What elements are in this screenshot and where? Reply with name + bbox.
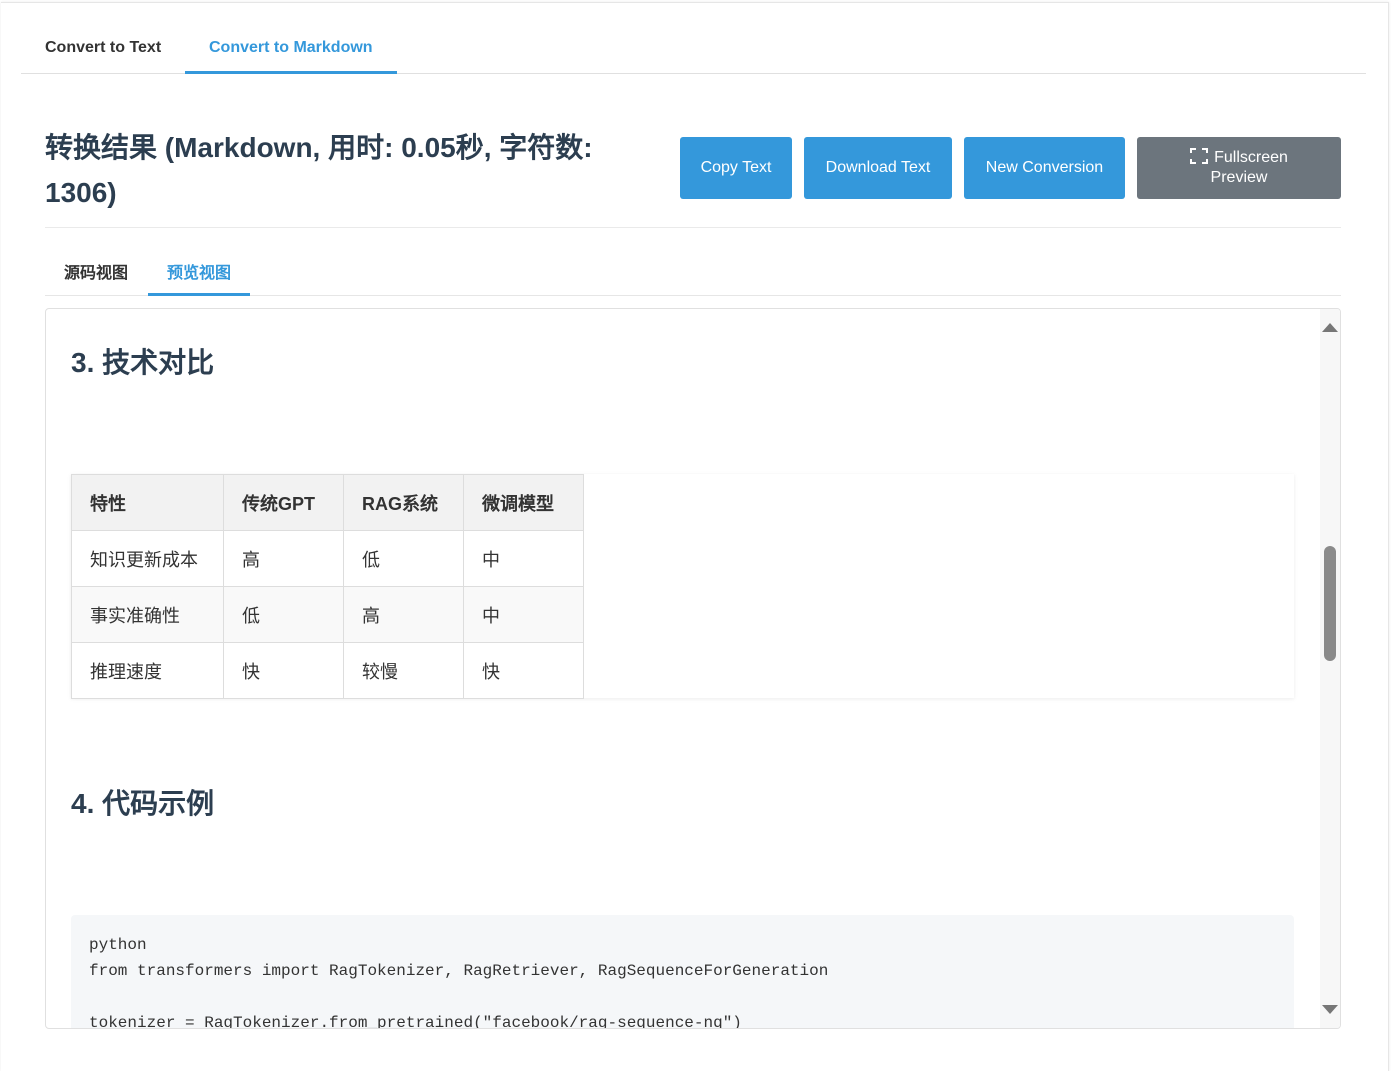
tab-preview-view[interactable]: 预览视图: [148, 255, 250, 296]
section-heading: 4. 代码示例: [71, 788, 215, 819]
code-block: python from transformers import RagTokeni…: [71, 915, 1294, 1029]
code-line: tokenizer = RagTokenizer.from_pretrained…: [89, 1014, 742, 1029]
tab-convert-to-markdown[interactable]: Convert to Markdown: [185, 33, 397, 74]
table-header-cell: 特性: [71, 474, 224, 531]
table-cell: 快: [223, 642, 344, 699]
table-row: 推理速度 快 较慢 快: [71, 642, 584, 699]
table-cell: 快: [463, 642, 584, 699]
scroll-down-arrow-icon[interactable]: [1322, 1005, 1338, 1014]
markdown-preview[interactable]: 3. 技术对比 特性 传统GPT RAG系统 微调模型 知识更新成本 高 低 中…: [45, 308, 1341, 1029]
table-cell: 低: [223, 586, 344, 643]
table-cell: 事实准确性: [71, 586, 224, 643]
section-heading: 3. 技术对比: [71, 347, 215, 378]
comparison-table-container: 特性 传统GPT RAG系统 微调模型 知识更新成本 高 低 中 事实准确性 低…: [71, 474, 1294, 699]
scrollbar-thumb[interactable]: [1324, 546, 1336, 661]
fullscreen-preview-label: Fullscreen Preview: [1210, 149, 1288, 186]
header-divider: [45, 227, 1341, 228]
code-line: python: [89, 936, 147, 954]
table-cell: 较慢: [343, 642, 464, 699]
top-tab-bar: Convert to Text Convert to Markdown: [21, 33, 1366, 74]
new-conversion-button[interactable]: New Conversion: [964, 137, 1125, 199]
download-text-button[interactable]: Download Text: [804, 137, 952, 199]
scroll-up-arrow-icon[interactable]: [1322, 323, 1338, 332]
table-cell: 高: [343, 586, 464, 643]
scrollbar-track[interactable]: [1320, 309, 1340, 1028]
table-header-cell: 微调模型: [463, 474, 584, 531]
table-cell: 高: [223, 530, 344, 587]
tab-source-view[interactable]: 源码视图: [45, 255, 147, 296]
result-title: 转换结果 (Markdown, 用时: 0.05秒, 字符数: 1306): [45, 132, 593, 208]
tab-convert-to-text[interactable]: Convert to Text: [21, 33, 185, 74]
table-cell: 低: [343, 530, 464, 587]
converter-panel: Convert to Text Convert to Markdown 转换结果…: [1, 2, 1389, 1071]
table-cell: 知识更新成本: [71, 530, 224, 587]
table-cell: 中: [463, 530, 584, 587]
code-line: from transformers import RagTokenizer, R…: [89, 962, 829, 980]
table-header-row: 特性 传统GPT RAG系统 微调模型: [71, 474, 584, 531]
preview-scrollbar[interactable]: [1316, 309, 1340, 1028]
download-text-label: Download Text: [825, 159, 931, 176]
fullscreen-icon: [1190, 148, 1209, 164]
table-row: 知识更新成本 高 低 中: [71, 530, 584, 587]
comparison-table: 特性 传统GPT RAG系统 微调模型 知识更新成本 高 低 中 事实准确性 低…: [71, 474, 584, 699]
table-cell: 中: [463, 586, 584, 643]
table-row: 事实准确性 低 高 中: [71, 586, 584, 643]
table-header-cell: 传统GPT: [223, 474, 344, 531]
copy-text-label: Copy Text: [700, 159, 772, 176]
copy-text-button[interactable]: Copy Text: [680, 137, 792, 199]
table-cell: 推理速度: [71, 642, 224, 699]
fullscreen-preview-button[interactable]: Fullscreen Preview: [1137, 137, 1341, 199]
view-tab-bar: 源码视图 预览视图: [45, 255, 1341, 296]
table-header-cell: RAG系统: [343, 474, 464, 531]
new-conversion-label: New Conversion: [985, 159, 1104, 176]
